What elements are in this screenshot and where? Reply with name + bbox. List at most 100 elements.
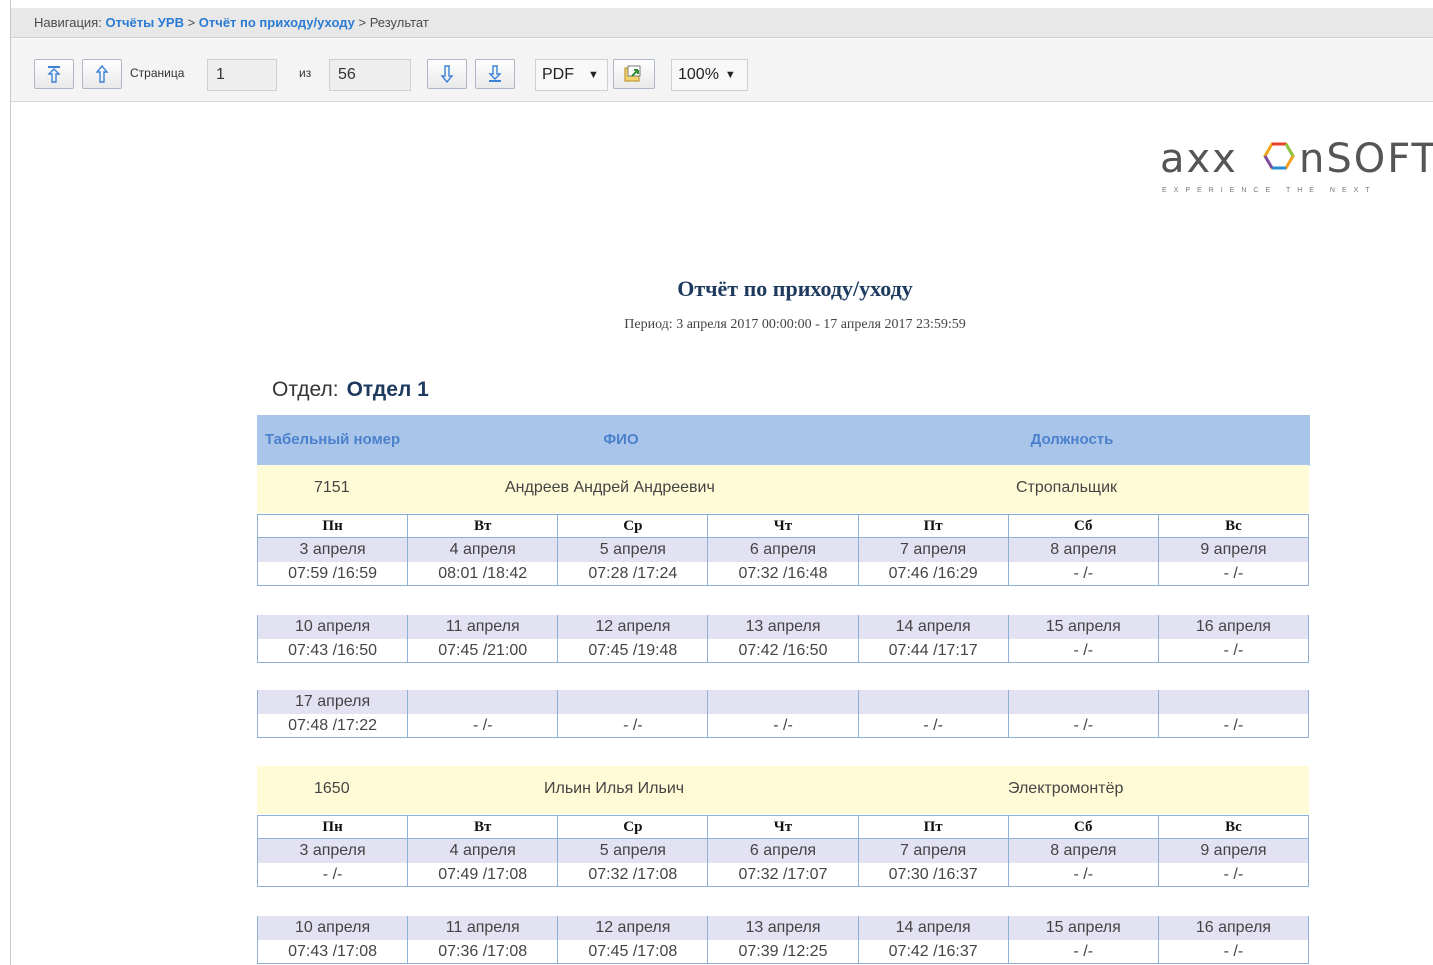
total-pages-field (329, 59, 411, 91)
day-times: 07:39 /12:25 (707, 940, 859, 964)
employee-tab-number: 7151 (314, 479, 350, 496)
day-date: 8 апреля (1007, 838, 1159, 863)
employee-row: 7151 Андреев Андрей Андреевич Стропальщик (257, 465, 1309, 513)
week-table: Пн Вт Ср Чт Пт Сб Вс 3 апреля 4 апреля 5 апреля 6 … (256, 815, 1310, 887)
breadcrumb-current: Результат (369, 15, 429, 30)
prev-page-button[interactable] (82, 59, 122, 89)
breadcrumb-link-report[interactable]: Отчёт по приходу/уходу (199, 15, 355, 30)
employee-row: 1650 Ильин Илья Ильич Электромонтёр (257, 766, 1309, 814)
day-date: 3 апреля (256, 537, 409, 562)
day-date (707, 690, 859, 714)
day-times: 07:42 /16:50 (707, 639, 859, 663)
day-date: 9 апреля (1157, 537, 1310, 562)
first-page-button[interactable] (34, 59, 74, 89)
day-date: 9 апреля (1157, 838, 1310, 863)
weekday-header: Вт (407, 815, 559, 839)
breadcrumb-prefix: Навигация: (34, 15, 102, 30)
last-page-button[interactable] (475, 59, 515, 89)
day-date: 13 апреля (707, 916, 859, 940)
next-page-icon (440, 65, 454, 83)
weekday-header: Пн (256, 815, 409, 839)
page-label: Страница (130, 66, 185, 80)
next-page-button[interactable] (427, 59, 467, 89)
day-times: 07:32 /17:07 (707, 863, 859, 887)
weekday-header: Чт (707, 815, 859, 839)
day-times: - /- (1007, 940, 1159, 964)
employee-tab-number: 1650 (314, 780, 350, 797)
day-date: 14 апреля (857, 916, 1009, 940)
department-label: Отдел: (272, 378, 339, 401)
day-times: - /- (857, 714, 1009, 738)
day-times: - /- (407, 714, 559, 738)
day-date: 15 апреля (1007, 615, 1159, 639)
header-fio: ФИО (407, 415, 835, 466)
day-times: - /- (1157, 562, 1310, 586)
week-table: Пн Вт Ср Чт Пт Сб Вс 3 апреля 4 апреля 5 апреля 6 … (256, 514, 1310, 586)
page-number-input[interactable] (207, 59, 277, 91)
weekday-header: Ср (557, 514, 709, 538)
chevron-down-icon: ▼ (724, 69, 736, 81)
of-label: из (299, 66, 312, 80)
day-times: 08:01 /18:42 (407, 562, 559, 586)
day-times: 07:45 /21:00 (407, 639, 559, 663)
breadcrumb: Навигация: Отчёты УРВ > Отчёт по приходу… (11, 8, 1433, 38)
export-button[interactable] (613, 59, 655, 89)
day-date (557, 690, 709, 714)
first-page-icon (47, 66, 61, 83)
day-times: 07:48 /17:22 (256, 714, 409, 738)
day-times: 07:49 /17:08 (407, 863, 559, 887)
day-times: 07:36 /17:08 (407, 940, 559, 964)
prev-page-icon (95, 65, 109, 83)
day-date: 6 апреля (707, 838, 859, 863)
report-toolbar: Страница из PDF ▼ 100% ▼ (11, 39, 1433, 102)
day-date: 17 апреля (256, 690, 409, 714)
day-times: - /- (1007, 639, 1159, 663)
frame-border (10, 0, 11, 965)
last-page-icon (488, 65, 502, 82)
chevron-down-icon: ▼ (588, 69, 599, 81)
day-times: - /- (707, 714, 859, 738)
day-date: 16 апреля (1157, 615, 1310, 639)
day-times: 07:28 /17:24 (557, 562, 709, 586)
department-heading: Отдел: Отдел 1 (272, 378, 429, 402)
breadcrumb-link-reports[interactable]: Отчёты УРВ (105, 15, 183, 30)
day-date: 5 апреля (557, 537, 709, 562)
day-date (407, 690, 559, 714)
day-date: 12 апреля (557, 615, 709, 639)
day-times: 07:45 /19:48 (557, 639, 709, 663)
day-date: 11 апреля (407, 916, 559, 940)
day-times: - /- (1157, 863, 1310, 887)
weekday-header: Пн (256, 514, 409, 538)
day-date: 14 апреля (857, 615, 1009, 639)
day-date: 4 апреля (407, 838, 559, 863)
zoom-select[interactable]: 100% ▼ (671, 59, 748, 91)
employee-name: Андреев Андрей Андреевич (505, 479, 715, 496)
breadcrumb-separator: > (187, 15, 196, 30)
day-times: - /- (1007, 714, 1159, 738)
day-times: 07:43 /16:50 (256, 639, 409, 663)
day-times: - /- (1007, 562, 1159, 586)
day-date: 15 апреля (1007, 916, 1159, 940)
week-table: 10 апреля 11 апреля 12 апреля 13 апреля 14 а… (256, 615, 1310, 663)
day-date: 11 апреля (407, 615, 559, 639)
week-table: 10 апреля 11 апреля 12 апреля 13 апреля 14 а… (256, 916, 1310, 964)
day-times: 07:42 /16:37 (857, 940, 1009, 964)
report-period: Период: 3 апреля 2017 00:00:00 - 17 апре… (624, 317, 966, 332)
employee-position: Стропальщик (1016, 479, 1118, 496)
day-times: 07:30 /16:37 (857, 863, 1009, 887)
day-date: 16 апреля (1157, 916, 1310, 940)
export-format-select[interactable]: PDF ▼ (535, 59, 608, 91)
week-table: 17 апреля 07:48 /17:22- /- - /- - /- - /- - /… (256, 690, 1310, 738)
weekday-header: Сб (1007, 514, 1159, 538)
day-times: - /- (256, 863, 409, 887)
day-date (1157, 690, 1310, 714)
day-date: 7 апреля (857, 537, 1009, 562)
day-times: 07:32 /16:48 (707, 562, 859, 586)
day-times: 07:43 /17:08 (256, 940, 409, 964)
day-date: 10 апреля (256, 916, 409, 940)
day-times: 07:59 /16:59 (256, 562, 409, 586)
day-times: - /- (1157, 714, 1310, 738)
export-format-value: PDF (542, 66, 574, 83)
day-times: 07:45 /17:08 (557, 940, 709, 964)
weekday-header: Вс (1157, 514, 1310, 538)
